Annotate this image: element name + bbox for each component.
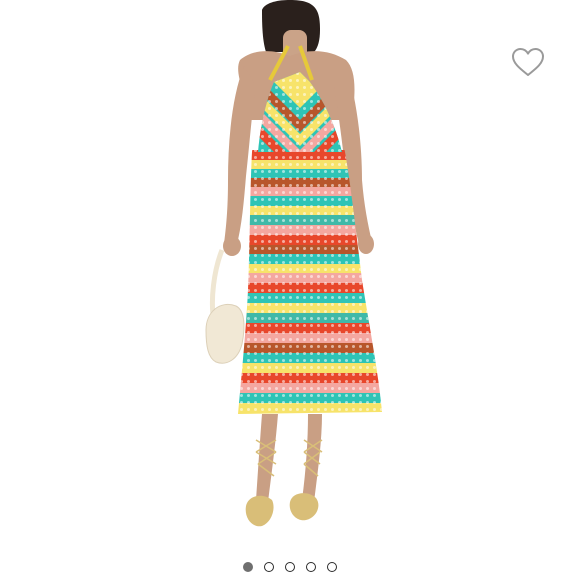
product-image[interactable] — [0, 0, 580, 580]
carousel-dot-3[interactable] — [285, 562, 295, 572]
carousel-dot-4[interactable] — [306, 562, 316, 572]
heart-outline-icon — [512, 48, 544, 76]
carousel-pagination — [0, 560, 580, 574]
carousel-dot-5[interactable] — [327, 562, 337, 572]
carousel-dot-1[interactable] — [243, 562, 253, 572]
product-gallery — [0, 0, 580, 580]
wishlist-heart-button[interactable] — [508, 44, 548, 80]
carousel-dot-2[interactable] — [264, 562, 274, 572]
